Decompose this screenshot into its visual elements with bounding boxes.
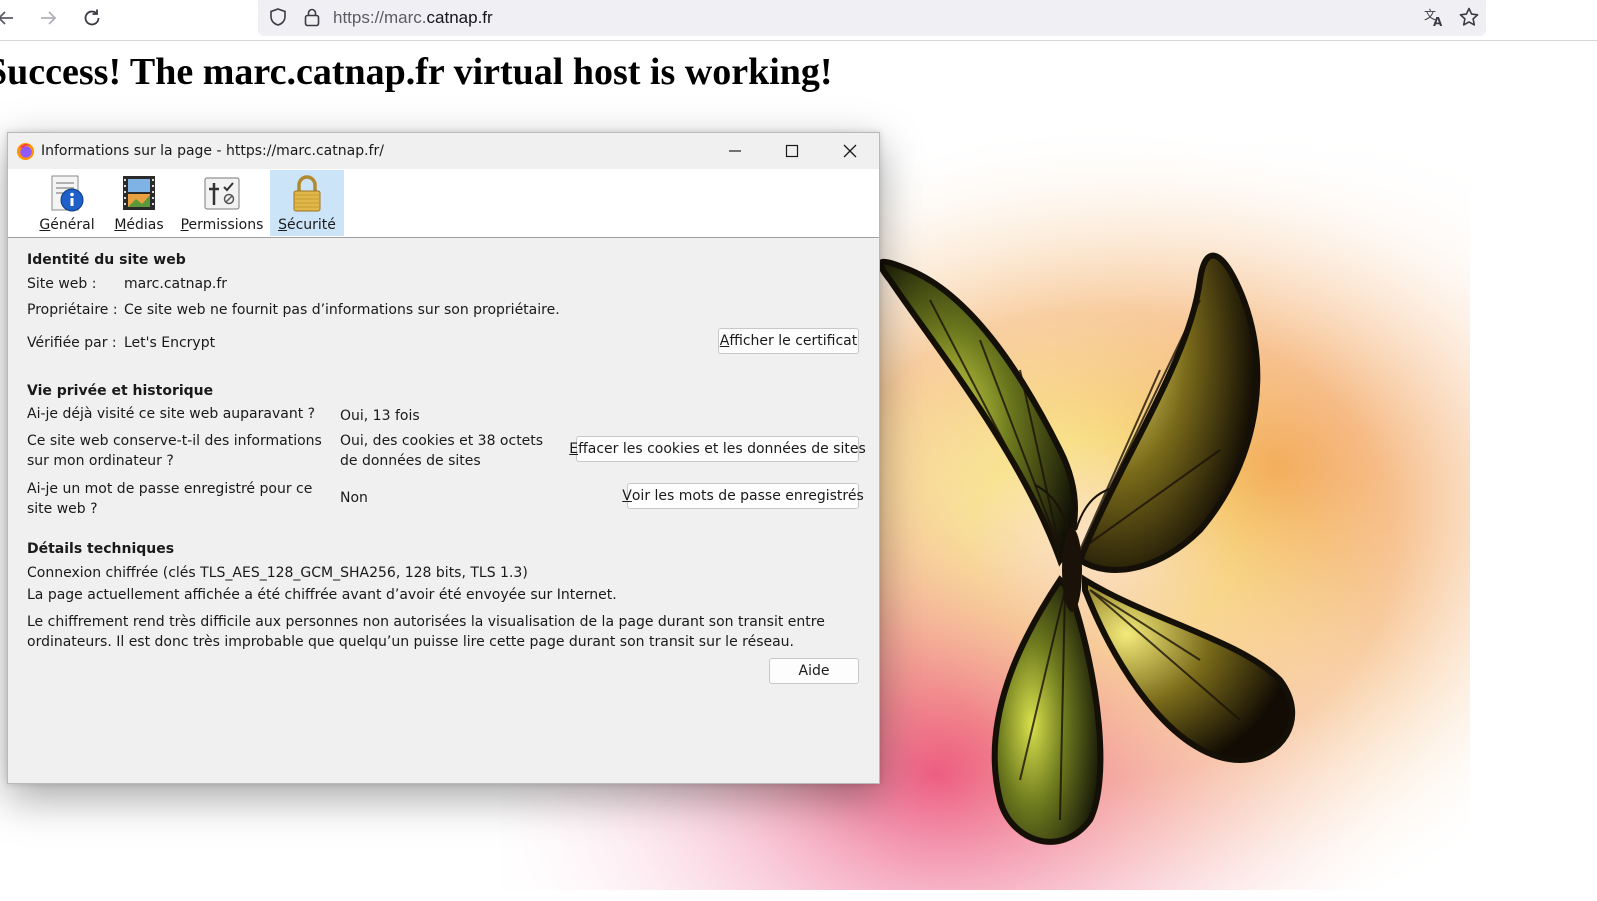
url-domain: catnap.fr: [426, 8, 493, 27]
password-question: Ai-je un mot de passe enregistré pour ce…: [27, 481, 313, 517]
tab-security-label: Sécurité: [278, 217, 336, 233]
tab-media[interactable]: Médias: [110, 170, 168, 236]
tracking-protection-shield-icon[interactable]: [266, 5, 290, 29]
website-value: marc.catnap.fr: [124, 276, 228, 292]
reload-icon[interactable]: [78, 4, 106, 32]
verified-label: Vérifiée par :: [27, 335, 117, 351]
dialog-tabstrip: Général Médias Permissions Sécurité: [8, 169, 879, 238]
password-answer: Non: [340, 490, 368, 506]
tab-security[interactable]: Sécurité: [270, 170, 344, 236]
lock-icon[interactable]: [300, 5, 324, 29]
bookmark-star-icon[interactable]: [1457, 5, 1481, 29]
technical-line-2: La page actuellement affichée a été chif…: [27, 587, 617, 603]
url-text[interactable]: https://marc.catnap.fr: [333, 8, 493, 28]
website-label: Site web :: [27, 276, 97, 292]
close-icon[interactable]: [822, 133, 878, 169]
browser-toolbar: https://marc.catnap.fr 文A: [0, 0, 1597, 41]
page-info-dialog: Informations sur la page - https://marc.…: [7, 132, 880, 784]
tab-media-label: Médias: [114, 217, 164, 233]
dialog-title: Informations sur la page - https://marc.…: [41, 143, 384, 159]
firefox-logo-icon: [16, 142, 35, 161]
dialog-titlebar[interactable]: Informations sur la page - https://marc.…: [8, 133, 879, 169]
translate-icon[interactable]: 文A: [1422, 5, 1446, 29]
tab-general-label: Général: [39, 217, 95, 233]
url-prefix: https://marc.: [333, 8, 427, 27]
technical-line-1: Connexion chiffrée (clés TLS_AES_128_GCM…: [27, 565, 528, 581]
back-arrow-icon[interactable]: [0, 4, 20, 32]
lock-icon: [293, 175, 321, 212]
page-heading: Success! The marc.catnap.fr virtual host…: [0, 51, 833, 93]
info-icon: [51, 175, 84, 212]
help-button[interactable]: Aide: [769, 658, 859, 684]
tab-permissions[interactable]: Permissions: [180, 170, 264, 236]
view-certificate-button[interactable]: Afficher le certificat: [718, 328, 859, 354]
clear-cookies-button[interactable]: Effacer les cookies et les données de si…: [569, 436, 866, 462]
storage-answer: Oui, des cookies et 38 octets de données…: [340, 433, 544, 469]
tab-permissions-label: Permissions: [180, 217, 264, 233]
tab-general[interactable]: Général: [36, 170, 98, 236]
security-panel: Identité du site web Site web : marc.cat…: [8, 238, 879, 783]
forward-arrow-icon[interactable]: [34, 4, 62, 32]
view-passwords-button[interactable]: Voir les mots de passe enregistrés: [622, 483, 864, 509]
technical-line-3: Le chiffrement rend très difficile aux p…: [27, 614, 825, 650]
minimize-icon[interactable]: [707, 133, 763, 169]
privacy-heading: Vie privée et historique: [27, 383, 214, 399]
identity-heading: Identité du site web: [27, 252, 186, 268]
storage-question: Ce site web conserve-t-il des informatio…: [27, 433, 322, 469]
visited-question: Ai-je déjà visité ce site web auparavant…: [27, 406, 316, 422]
permissions-icon: [204, 177, 240, 210]
technical-heading: Détails techniques: [27, 541, 175, 557]
verified-value: Let's Encrypt: [124, 335, 216, 351]
visited-answer: Oui, 13 fois: [340, 408, 420, 424]
owner-value: Ce site web ne fournit pas d’information…: [124, 302, 560, 318]
media-icon: [123, 176, 155, 210]
svg-text:A: A: [1433, 15, 1443, 28]
owner-label: Propriétaire :: [27, 302, 118, 318]
maximize-icon[interactable]: [764, 133, 820, 169]
